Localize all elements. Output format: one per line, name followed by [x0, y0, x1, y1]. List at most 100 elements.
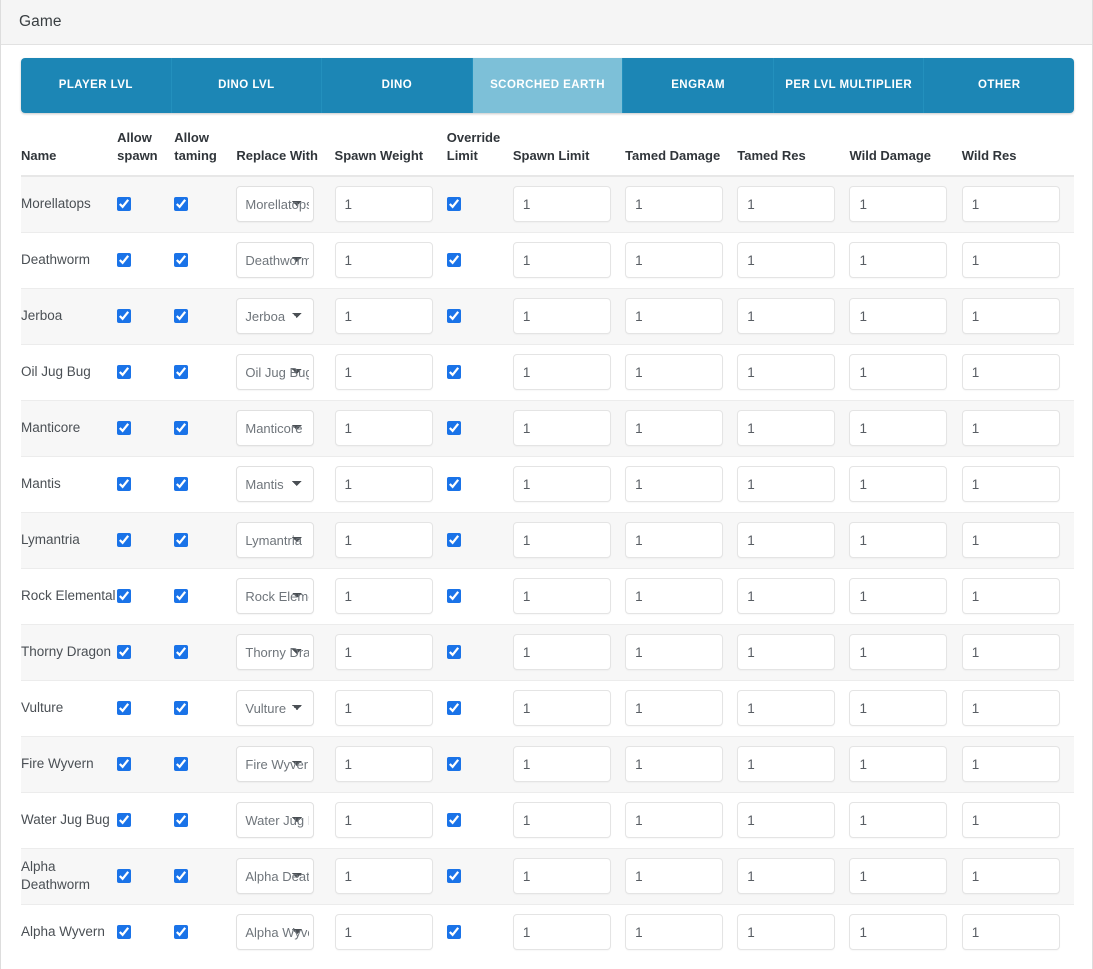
wild-damage-input[interactable] [849, 802, 948, 839]
spawn-limit-input[interactable] [512, 690, 611, 727]
allow-taming-checkbox[interactable] [174, 925, 189, 940]
allow-taming-checkbox[interactable] [174, 757, 189, 772]
allow-taming-checkbox[interactable] [174, 645, 189, 660]
tamed-res-input[interactable] [737, 634, 836, 671]
allow-taming-checkbox[interactable] [174, 421, 189, 436]
allow-spawn-checkbox[interactable] [117, 421, 132, 436]
allow-taming-checkbox[interactable] [174, 365, 189, 380]
replace-with-select[interactable]: Water Jug Bug [236, 802, 315, 839]
tamed-damage-input[interactable] [625, 914, 724, 951]
spawn-weight-input[interactable] [334, 466, 433, 503]
wild-damage-input[interactable] [849, 634, 948, 671]
tamed-res-input[interactable] [737, 914, 836, 951]
spawn-limit-input[interactable] [512, 634, 611, 671]
override-limit-checkbox[interactable] [446, 701, 461, 716]
allow-taming-checkbox[interactable] [174, 701, 189, 716]
tamed-damage-input[interactable] [625, 802, 724, 839]
wild-damage-input[interactable] [849, 522, 948, 559]
override-limit-checkbox[interactable] [446, 533, 461, 548]
wild-damage-input[interactable] [849, 186, 948, 223]
allow-spawn-checkbox[interactable] [117, 365, 132, 380]
wild-damage-input[interactable] [849, 914, 948, 951]
replace-with-select[interactable]: Manticore [236, 410, 315, 447]
spawn-weight-input[interactable] [334, 746, 433, 783]
allow-taming-checkbox[interactable] [174, 477, 189, 492]
replace-with-select[interactable]: Thorny Dragon [236, 634, 315, 671]
tamed-res-input[interactable] [737, 410, 836, 447]
allow-taming-checkbox[interactable] [174, 589, 189, 604]
wild-damage-input[interactable] [849, 298, 948, 335]
override-limit-checkbox[interactable] [446, 757, 461, 772]
tamed-res-input[interactable] [737, 186, 836, 223]
replace-with-select[interactable]: Oil Jug Bug [236, 354, 315, 391]
wild-res-input[interactable] [961, 298, 1060, 335]
tamed-damage-input[interactable] [625, 746, 724, 783]
allow-spawn-checkbox[interactable] [117, 253, 132, 268]
spawn-limit-input[interactable] [512, 802, 611, 839]
spawn-limit-input[interactable] [512, 746, 611, 783]
override-limit-checkbox[interactable] [446, 869, 461, 884]
spawn-weight-input[interactable] [334, 354, 433, 391]
wild-res-input[interactable] [961, 466, 1060, 503]
spawn-limit-input[interactable] [512, 858, 611, 895]
tamed-damage-input[interactable] [625, 354, 724, 391]
allow-spawn-checkbox[interactable] [117, 533, 132, 548]
wild-damage-input[interactable] [849, 466, 948, 503]
allow-spawn-checkbox[interactable] [117, 477, 132, 492]
tamed-damage-input[interactable] [625, 522, 724, 559]
allow-spawn-checkbox[interactable] [117, 869, 132, 884]
spawn-weight-input[interactable] [334, 914, 433, 951]
tamed-res-input[interactable] [737, 746, 836, 783]
allow-taming-checkbox[interactable] [174, 309, 189, 324]
wild-res-input[interactable] [961, 858, 1060, 895]
tamed-damage-input[interactable] [625, 466, 724, 503]
override-limit-checkbox[interactable] [446, 253, 461, 268]
spawn-limit-input[interactable] [512, 354, 611, 391]
replace-with-select[interactable]: Jerboa [236, 298, 315, 335]
allow-spawn-checkbox[interactable] [117, 645, 132, 660]
override-limit-checkbox[interactable] [446, 813, 461, 828]
allow-spawn-checkbox[interactable] [117, 813, 132, 828]
allow-taming-checkbox[interactable] [174, 869, 189, 884]
spawn-limit-input[interactable] [512, 522, 611, 559]
replace-with-select[interactable]: Mantis [236, 466, 315, 503]
replace-with-select[interactable]: Morellatops [236, 186, 315, 223]
override-limit-checkbox[interactable] [446, 309, 461, 324]
wild-res-input[interactable] [961, 690, 1060, 727]
tamed-damage-input[interactable] [625, 186, 724, 223]
tamed-res-input[interactable] [737, 354, 836, 391]
allow-taming-checkbox[interactable] [174, 533, 189, 548]
override-limit-checkbox[interactable] [446, 197, 461, 212]
allow-taming-checkbox[interactable] [174, 197, 189, 212]
tamed-res-input[interactable] [737, 466, 836, 503]
replace-with-select[interactable]: Fire Wyvern [236, 746, 315, 783]
spawn-limit-input[interactable] [512, 242, 611, 279]
spawn-weight-input[interactable] [334, 578, 433, 615]
replace-with-select[interactable]: Alpha Wyvern [236, 914, 315, 951]
allow-spawn-checkbox[interactable] [117, 197, 132, 212]
spawn-weight-input[interactable] [334, 522, 433, 559]
allow-spawn-checkbox[interactable] [117, 309, 132, 324]
override-limit-checkbox[interactable] [446, 365, 461, 380]
override-limit-checkbox[interactable] [446, 421, 461, 436]
allow-spawn-checkbox[interactable] [117, 925, 132, 940]
replace-with-select[interactable]: Deathworm [236, 242, 315, 279]
tamed-damage-input[interactable] [625, 578, 724, 615]
wild-res-input[interactable] [961, 242, 1060, 279]
wild-res-input[interactable] [961, 354, 1060, 391]
wild-damage-input[interactable] [849, 578, 948, 615]
wild-damage-input[interactable] [849, 746, 948, 783]
tamed-res-input[interactable] [737, 242, 836, 279]
tamed-res-input[interactable] [737, 802, 836, 839]
tab-per-lvl-multiplier[interactable]: PER LVL MULTIPLIER [773, 58, 925, 113]
spawn-weight-input[interactable] [334, 802, 433, 839]
spawn-weight-input[interactable] [334, 690, 433, 727]
tamed-damage-input[interactable] [625, 410, 724, 447]
spawn-limit-input[interactable] [512, 298, 611, 335]
replace-with-select[interactable]: Rock Elemental [236, 578, 315, 615]
spawn-weight-input[interactable] [334, 858, 433, 895]
override-limit-checkbox[interactable] [446, 477, 461, 492]
override-limit-checkbox[interactable] [446, 589, 461, 604]
spawn-weight-input[interactable] [334, 242, 433, 279]
allow-spawn-checkbox[interactable] [117, 701, 132, 716]
